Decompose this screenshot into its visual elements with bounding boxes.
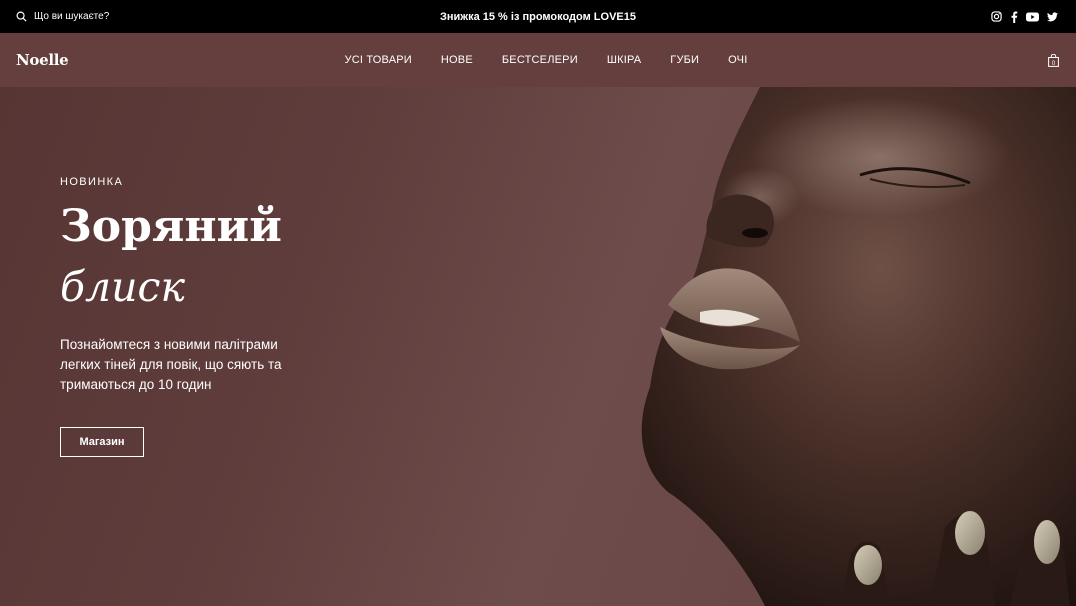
hero-title-line2: блиск bbox=[60, 263, 185, 311]
nav-item-new[interactable]: НОВЕ bbox=[441, 54, 473, 66]
promo-text: Знижка 15 % із промокодом LOVE15 bbox=[439, 10, 636, 23]
nav-item-all-products[interactable]: УСІ ТОВАРИ bbox=[345, 54, 412, 66]
nav-item-bestsellers[interactable]: БЕСТСЕЛЕРИ bbox=[502, 54, 578, 66]
nav-item-eyes[interactable]: ОЧІ bbox=[728, 54, 747, 66]
shop-button[interactable]: Магазин bbox=[60, 427, 144, 457]
instagram-icon[interactable] bbox=[991, 11, 1002, 22]
shopping-bag-icon: 0 bbox=[1048, 53, 1059, 66]
search-trigger[interactable]: Що ви шукаєте? bbox=[16, 0, 109, 33]
nav-item-skin[interactable]: ШКІРА bbox=[607, 54, 641, 66]
cart-button[interactable]: 0 bbox=[1048, 33, 1059, 87]
nav-item-lips[interactable]: ГУБИ bbox=[670, 54, 699, 66]
search-icon bbox=[16, 11, 27, 22]
logo[interactable]: Noelle bbox=[16, 33, 69, 87]
twitter-icon[interactable] bbox=[1047, 11, 1058, 22]
hero-title-line1: Зоряний bbox=[60, 201, 282, 252]
announcement-bar: Що ви шукаєте? Знижка 15 % із промокодом… bbox=[0, 0, 1076, 33]
hero-eyebrow: НОВИНКА bbox=[60, 176, 124, 188]
youtube-icon[interactable] bbox=[1026, 12, 1039, 22]
facebook-icon[interactable] bbox=[1010, 11, 1018, 23]
main-nav: УСІ ТОВАРИ НОВЕ БЕСТСЕЛЕРИ ШКІРА ГУБИ ОЧ… bbox=[0, 33, 1076, 87]
social-links bbox=[991, 0, 1058, 33]
hero-description: Познайомтеся з новими палітрами легких т… bbox=[60, 337, 282, 392]
site-header: Noelle УСІ ТОВАРИ НОВЕ БЕСТСЕЛЕРИ ШКІРА … bbox=[0, 33, 1076, 87]
hero-banner: НОВИНКА Зоряний блиск Познайомтеся з нов… bbox=[0, 87, 1076, 606]
search-placeholder: Що ви шукаєте? bbox=[34, 11, 110, 22]
